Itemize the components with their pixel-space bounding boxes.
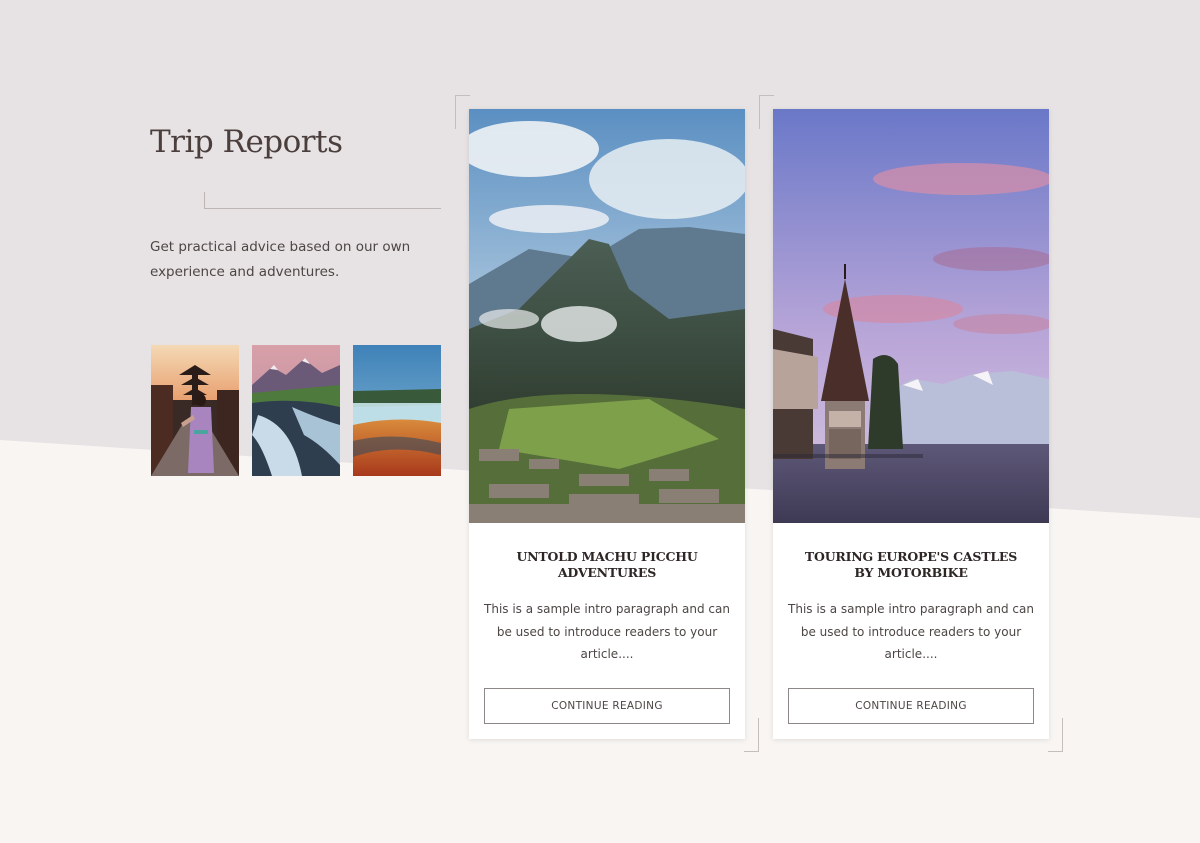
card-excerpt: This is a sample intro paragraph and can… bbox=[484, 602, 730, 661]
section-intro: Get practical advice based on our own ex… bbox=[150, 239, 411, 280]
lakeside-castle-photo-icon bbox=[773, 109, 1049, 523]
section-title: Trip Reports bbox=[150, 124, 343, 160]
thumbnail-kyoto-street[interactable] bbox=[151, 345, 239, 476]
card-image[interactable] bbox=[469, 109, 745, 523]
card-corner-accent bbox=[759, 95, 774, 129]
card-corner-accent bbox=[1048, 718, 1063, 752]
continue-reading-button[interactable]: Continue Reading bbox=[484, 688, 730, 724]
glacier-river-photo-icon bbox=[252, 345, 340, 476]
card-title[interactable]: Touring Europe's Castles by Motorbike bbox=[797, 549, 1025, 581]
thumbnail-hot-spring[interactable] bbox=[353, 345, 441, 476]
card-excerpt: This is a sample intro paragraph and can… bbox=[788, 602, 1034, 661]
continue-reading-button[interactable]: Continue Reading bbox=[788, 688, 1034, 724]
card-corner-accent bbox=[455, 95, 470, 129]
thumbnail-glacier-river[interactable] bbox=[252, 345, 340, 476]
kyoto-street-photo-icon bbox=[151, 345, 239, 476]
article-card[interactable]: Touring Europe's Castles by Motorbike Th… bbox=[773, 109, 1049, 739]
hot-spring-photo-icon bbox=[353, 345, 441, 476]
article-card[interactable]: Untold Machu Picchu Adventures This is a… bbox=[469, 109, 745, 739]
card-corner-accent bbox=[744, 718, 759, 752]
card-image[interactable] bbox=[773, 109, 1049, 523]
title-divider bbox=[204, 192, 441, 209]
card-title[interactable]: Untold Machu Picchu Adventures bbox=[493, 549, 721, 581]
machu-picchu-photo-icon bbox=[469, 109, 745, 523]
